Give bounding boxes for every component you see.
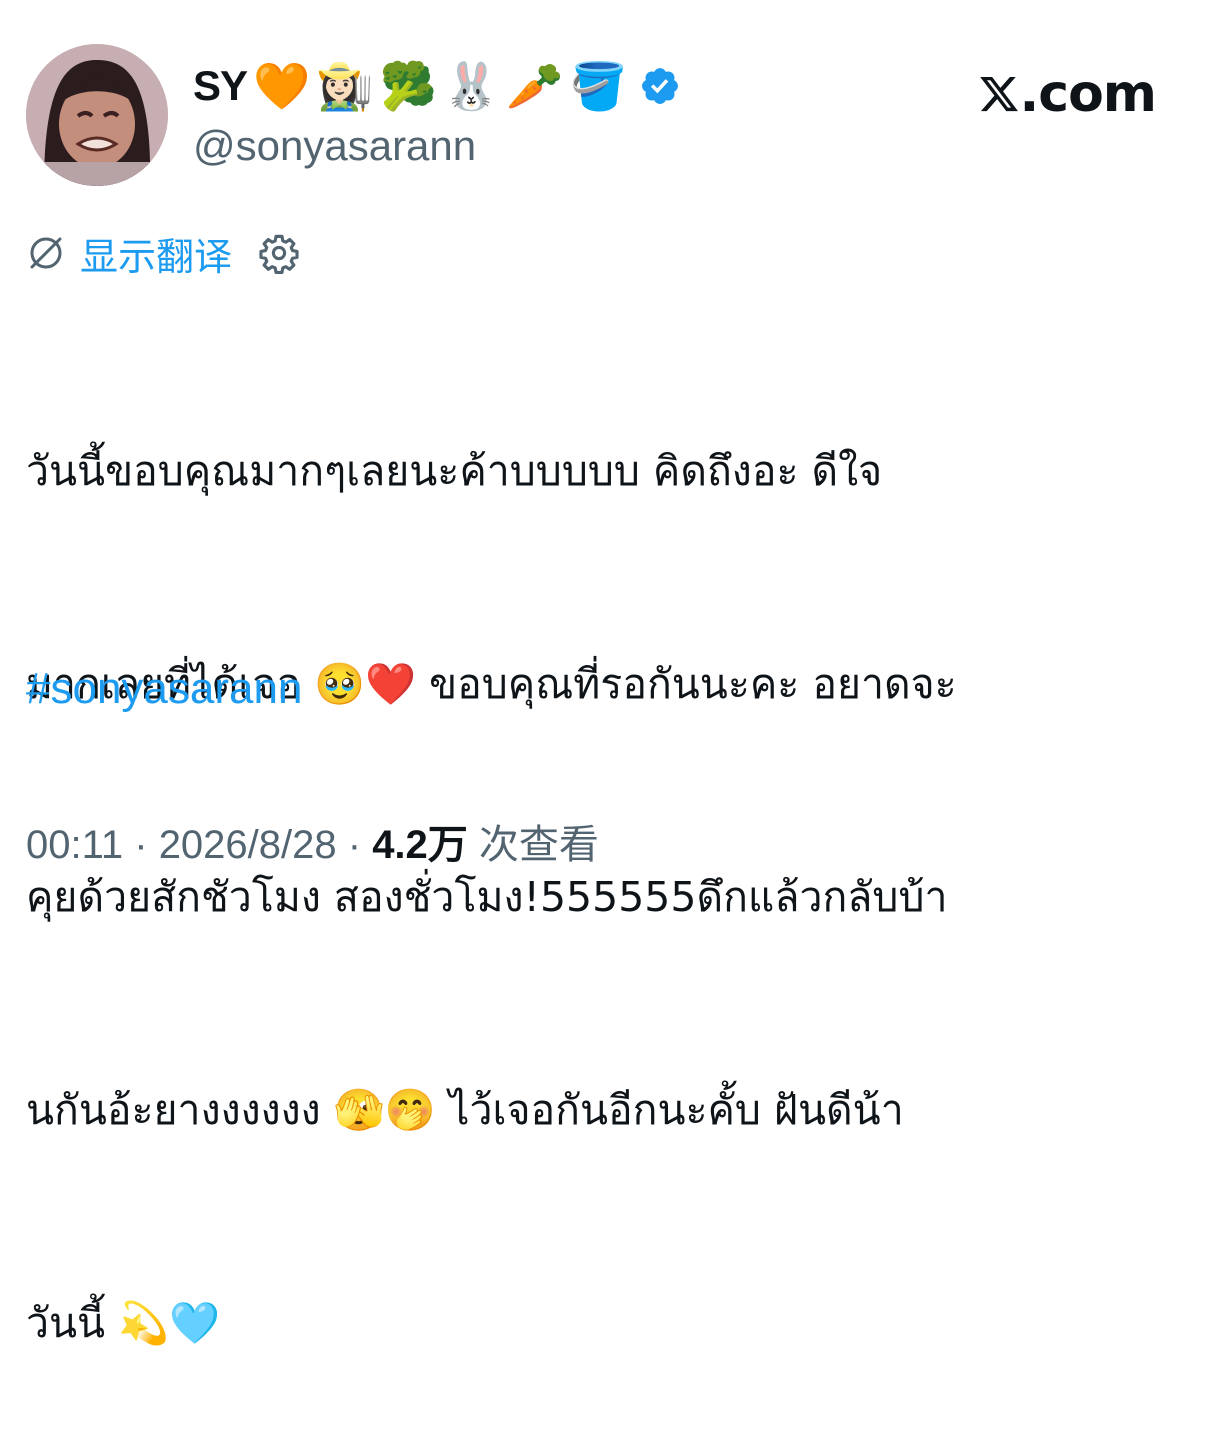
show-translation-link[interactable]: 显示翻译 (80, 226, 232, 281)
tweet-text-line: วันนี้ 💫🩵 (26, 1299, 221, 1347)
farmer-emoji: 👩🏻‍🌾 (316, 60, 374, 112)
broccoli-emoji: 🥦 (379, 60, 437, 112)
tweet-time[interactable]: 00:11 (26, 823, 123, 867)
author-handle[interactable]: @sonyasarann (193, 122, 476, 170)
tweet-text-line: คุยด้วยสักชัวโมง สองชั่วโมง!555555ดึกแล้… (26, 873, 948, 921)
tweet-text-line: วันนี้ขอบคุณมากๆเลยนะค้าบบบบบ คิดถึงอะ ด… (26, 447, 883, 495)
bucket-emoji: 🪣 (569, 60, 627, 112)
meta-separator: · (336, 823, 373, 867)
x-logo-icon (979, 76, 1018, 112)
x-logo-suffix: .com (1019, 64, 1157, 124)
x-com-logo: .com (978, 62, 1157, 126)
rabbit-emoji: 🐰 (442, 60, 501, 112)
views-label: 次查看 (467, 823, 599, 867)
translate-row: 显示翻译 (26, 226, 300, 281)
avatar[interactable] (26, 44, 168, 186)
tweet-meta: 00:11 · 2026/8/28 · 4.2万 次查看 (26, 812, 599, 870)
view-count: 4.2万 (372, 823, 468, 867)
tweet-text-line: นกันอ้ะยางงงงงง 🫣🤭 ไว้เจอกันอีกนะคั้บ ฝั… (26, 1086, 904, 1134)
verified-badge-icon[interactable] (639, 65, 681, 107)
translate-globe-icon (30, 237, 62, 269)
tweet-date[interactable]: 2026/8/28 (159, 823, 337, 867)
gear-icon[interactable] (258, 232, 300, 274)
meta-separator: · (123, 823, 159, 867)
author-name-row[interactable]: SY 🧡 👩🏻‍🌾 🥦 🐰 🥕 🪣 (193, 54, 681, 118)
hashtag-link[interactable]: #sonyasarann (26, 664, 302, 714)
author-display-name[interactable]: SY (193, 62, 248, 110)
orange-heart-emoji: 🧡 (253, 60, 311, 112)
carrot-emoji: 🥕 (506, 60, 564, 112)
avatar-image (26, 44, 168, 186)
